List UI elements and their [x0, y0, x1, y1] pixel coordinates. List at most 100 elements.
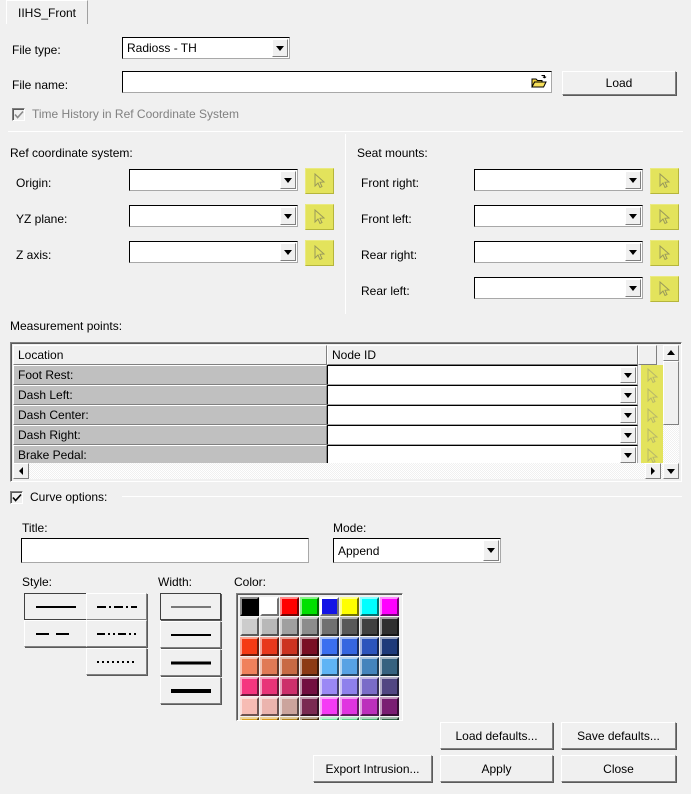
color-swatch-r6-c8[interactable]: [380, 697, 399, 716]
color-swatch-r2-c4[interactable]: [300, 617, 319, 636]
color-swatch-r7-c4[interactable]: [300, 717, 319, 720]
color-swatch-r4-c5[interactable]: [320, 657, 339, 676]
mode-select[interactable]: Append: [333, 538, 501, 563]
color-swatch-r3-c4[interactable]: [300, 637, 319, 656]
chevron-down-icon[interactable]: [620, 427, 636, 443]
width-option-1[interactable]: [160, 593, 221, 620]
style-option-dashed[interactable]: [24, 620, 87, 647]
chevron-down-icon[interactable]: [620, 387, 636, 403]
color-swatch-r3-c2[interactable]: [260, 637, 279, 656]
yz-plane-picker-button[interactable]: [305, 204, 334, 230]
style-option-dash-dot-dot[interactable]: [86, 620, 147, 647]
color-swatch-r1-c3[interactable]: [280, 597, 299, 616]
color-swatch-r2-c6[interactable]: [340, 617, 359, 636]
cell-nodeid-select[interactable]: [327, 405, 638, 425]
save-defaults-button[interactable]: Save defaults...: [561, 722, 676, 749]
color-swatch-r3-c5[interactable]: [320, 637, 339, 656]
color-swatch-r5-c3[interactable]: [280, 677, 299, 696]
load-defaults-button[interactable]: Load defaults...: [440, 722, 553, 749]
chevron-down-icon[interactable]: [625, 243, 641, 261]
color-swatch-r5-c6[interactable]: [340, 677, 359, 696]
scroll-thumb[interactable]: [663, 361, 679, 425]
chevron-down-icon[interactable]: [620, 447, 636, 463]
color-swatch-r6-c6[interactable]: [340, 697, 359, 716]
color-swatch-r7-c5[interactable]: [320, 717, 339, 720]
color-swatch-r6-c7[interactable]: [360, 697, 379, 716]
chevron-down-icon[interactable]: [625, 207, 641, 225]
style-option-dotted[interactable]: [86, 648, 147, 675]
front-right-select[interactable]: [474, 169, 643, 191]
color-swatch-r4-c1[interactable]: [240, 657, 259, 676]
table-horizontal-scrollbar[interactable]: [13, 463, 679, 479]
z-axis-picker-button[interactable]: [305, 240, 334, 266]
color-swatch-r1-c1[interactable]: [240, 597, 259, 616]
file-name-input[interactable]: [122, 71, 552, 93]
cell-nodeid-select[interactable]: [327, 425, 638, 445]
color-swatch-r3-c3[interactable]: [280, 637, 299, 656]
load-button[interactable]: Load: [562, 71, 676, 95]
color-swatch-r1-c6[interactable]: [340, 597, 359, 616]
chevron-down-icon[interactable]: [625, 171, 641, 189]
chevron-down-icon[interactable]: [483, 540, 499, 561]
color-swatch-r1-c2[interactable]: [260, 597, 279, 616]
tab-iihs-front[interactable]: IIHS_Front: [6, 0, 89, 24]
color-swatch-r2-c3[interactable]: [280, 617, 299, 636]
color-swatch-r6-c4[interactable]: [300, 697, 319, 716]
chevron-down-icon[interactable]: [620, 407, 636, 423]
width-option-4[interactable]: [160, 677, 221, 704]
chevron-down-icon[interactable]: [280, 171, 296, 189]
open-folder-icon[interactable]: [531, 74, 548, 93]
width-option-3[interactable]: [160, 649, 221, 676]
column-header-location[interactable]: Location: [13, 345, 327, 365]
color-swatch-r2-c2[interactable]: [260, 617, 279, 636]
color-swatch-r3-c7[interactable]: [360, 637, 379, 656]
cell-nodeid-select[interactable]: [327, 365, 638, 385]
cell-nodeid-select[interactable]: [327, 445, 638, 465]
color-swatch-r5-c7[interactable]: [360, 677, 379, 696]
chevron-down-icon[interactable]: [272, 39, 288, 57]
title-input[interactable]: [21, 538, 309, 563]
color-swatch-r4-c4[interactable]: [300, 657, 319, 676]
rear-left-picker-button[interactable]: [650, 276, 679, 302]
color-swatch-r7-c2[interactable]: [260, 717, 279, 720]
color-swatch-r4-c7[interactable]: [360, 657, 379, 676]
chevron-down-icon[interactable]: [280, 243, 296, 261]
color-swatch-r4-c2[interactable]: [260, 657, 279, 676]
color-swatch-r7-c3[interactable]: [280, 717, 299, 720]
scroll-right-button[interactable]: [645, 463, 661, 479]
color-swatch-r2-c5[interactable]: [320, 617, 339, 636]
cell-nodeid-select[interactable]: [327, 385, 638, 405]
close-button[interactable]: Close: [561, 755, 676, 782]
front-left-select[interactable]: [474, 205, 643, 227]
color-swatch-r1-c5[interactable]: [320, 597, 339, 616]
color-swatch-r2-c1[interactable]: [240, 617, 259, 636]
color-swatch-r6-c2[interactable]: [260, 697, 279, 716]
origin-select[interactable]: [129, 169, 298, 191]
apply-button[interactable]: Apply: [440, 755, 553, 782]
color-palette[interactable]: [236, 593, 403, 721]
color-swatch-r3-c6[interactable]: [340, 637, 359, 656]
curve-options-checkbox[interactable]: Curve options:: [10, 490, 107, 504]
color-swatch-r1-c4[interactable]: [300, 597, 319, 616]
scroll-down-button[interactable]: [663, 463, 679, 479]
color-swatch-r2-c7[interactable]: [360, 617, 379, 636]
color-swatch-r6-c1[interactable]: [240, 697, 259, 716]
chevron-down-icon[interactable]: [625, 279, 641, 297]
color-swatch-r5-c1[interactable]: [240, 677, 259, 696]
color-swatch-r7-c6[interactable]: [340, 717, 359, 720]
color-swatch-r2-c8[interactable]: [380, 617, 399, 636]
color-swatch-r6-c3[interactable]: [280, 697, 299, 716]
color-swatch-r7-c1[interactable]: [240, 717, 259, 720]
scroll-left-button[interactable]: [13, 463, 29, 479]
color-swatch-r5-c5[interactable]: [320, 677, 339, 696]
color-swatch-r5-c8[interactable]: [380, 677, 399, 696]
color-swatch-r6-c5[interactable]: [320, 697, 339, 716]
rear-left-select[interactable]: [474, 277, 643, 299]
width-option-2[interactable]: [160, 621, 221, 648]
front-left-picker-button[interactable]: [650, 204, 679, 230]
rear-right-select[interactable]: [474, 241, 643, 263]
file-type-select[interactable]: Radioss - TH: [122, 37, 290, 59]
color-swatch-r5-c2[interactable]: [260, 677, 279, 696]
chevron-down-icon[interactable]: [280, 207, 296, 225]
rear-right-picker-button[interactable]: [650, 240, 679, 266]
